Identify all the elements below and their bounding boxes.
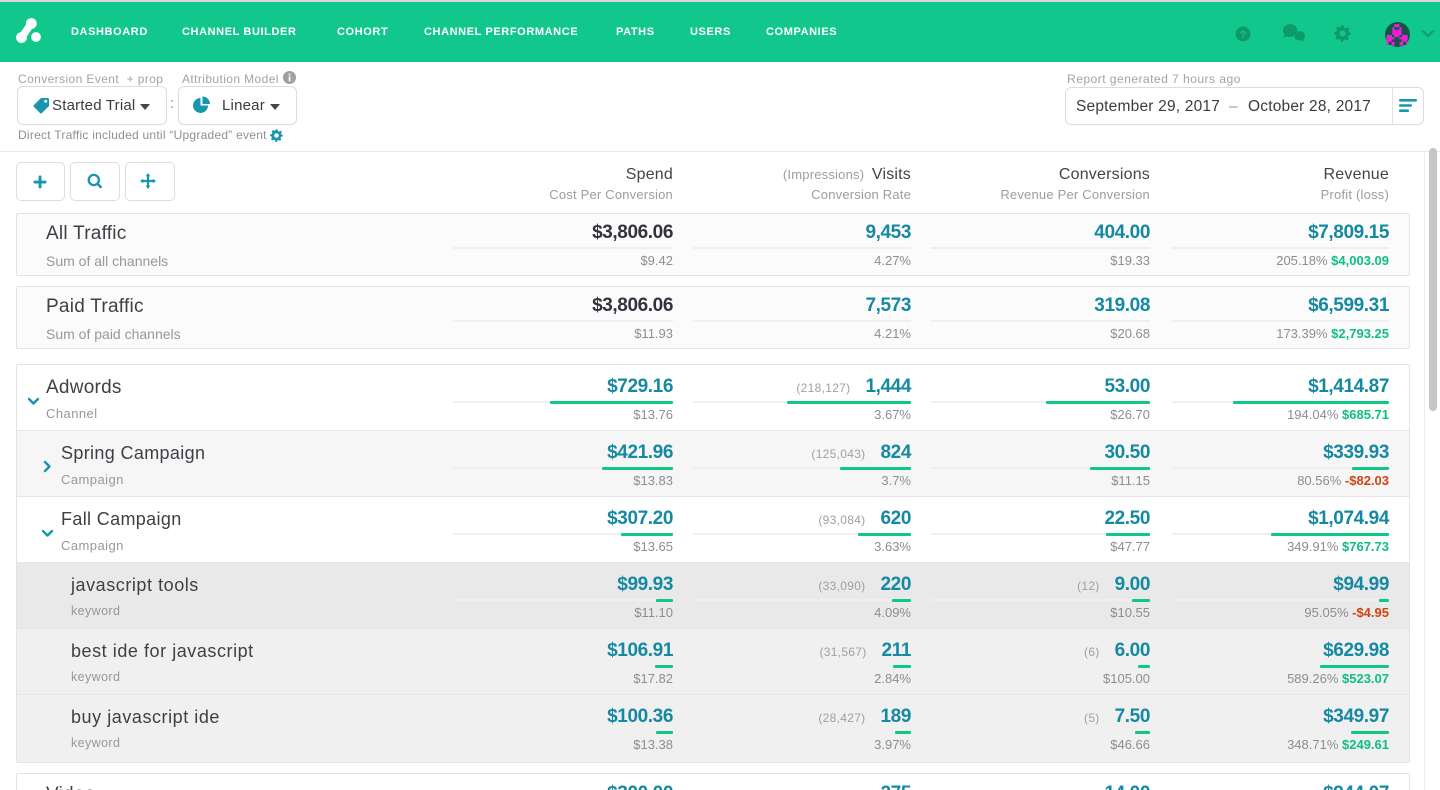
svg-text:?: ?: [1240, 29, 1246, 41]
